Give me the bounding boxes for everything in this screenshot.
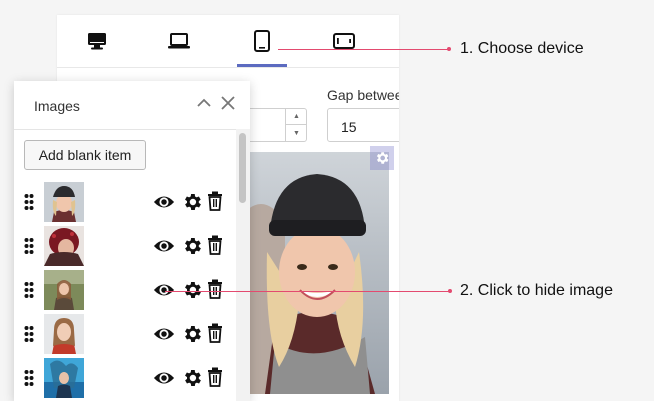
drag-handle-icon[interactable]: [24, 369, 34, 387]
gap-label: Gap betwee: [327, 87, 399, 103]
preview-photo: [245, 152, 389, 394]
panel-title: Images: [34, 98, 80, 114]
trash-icon[interactable]: [207, 279, 223, 299]
tablet-icon: [254, 30, 270, 52]
callout-dot-hide: [448, 289, 452, 293]
gear-icon[interactable]: [181, 367, 203, 389]
trash-icon[interactable]: [207, 235, 223, 255]
preview-settings-icon[interactable]: [370, 146, 394, 170]
image-thumbnail: [44, 314, 84, 354]
eye-icon[interactable]: [153, 368, 175, 388]
image-thumbnail: [44, 358, 84, 398]
close-icon[interactable]: [220, 95, 236, 111]
trash-icon[interactable]: [207, 367, 223, 387]
image-thumbnail: [44, 226, 84, 266]
trash-icon[interactable]: [207, 191, 223, 211]
desktop-icon: [88, 33, 106, 50]
image-list-item: [14, 180, 236, 224]
device-bar: [57, 15, 399, 68]
image-thumbnail: [44, 182, 84, 222]
trash-icon[interactable]: [207, 323, 223, 343]
gap-input[interactable]: 15: [327, 108, 399, 142]
laptop-device-button[interactable]: [154, 15, 204, 67]
image-preview: [245, 152, 389, 394]
callout-dot-device: [447, 47, 451, 51]
gear-icon[interactable]: [181, 235, 203, 257]
laptop-icon: [168, 33, 190, 49]
stepper-up-icon[interactable]: ▲: [286, 108, 307, 125]
eye-icon[interactable]: [153, 192, 175, 212]
columns-stepper[interactable]: ▲ ▼: [285, 108, 307, 142]
images-panel: Images Add blank item: [14, 81, 250, 401]
drag-handle-icon[interactable]: [24, 281, 34, 299]
image-list-item: [14, 224, 236, 268]
drag-handle-icon[interactable]: [24, 325, 34, 343]
gear-icon[interactable]: [181, 191, 203, 213]
eye-icon[interactable]: [153, 324, 175, 344]
gear-icon[interactable]: [181, 323, 203, 345]
scrollbar-thumb[interactable]: [239, 133, 246, 203]
panel-header: Images: [14, 81, 250, 130]
image-list-item: [14, 356, 236, 400]
drag-handle-icon[interactable]: [24, 193, 34, 211]
tablet-device-button[interactable]: [237, 15, 287, 67]
desktop-device-button[interactable]: [72, 15, 122, 67]
panel-scrollbar[interactable]: [236, 129, 250, 401]
add-blank-item-button[interactable]: Add blank item: [24, 140, 146, 170]
chevron-up-icon[interactable]: [196, 95, 212, 111]
eye-icon[interactable]: [153, 280, 175, 300]
mobile-landscape-icon: [333, 33, 355, 49]
callout-line-hide: [165, 291, 449, 292]
gear-icon[interactable]: [181, 279, 203, 301]
callout-choose-device: 1. Choose device: [460, 40, 584, 57]
callout-line-device: [278, 49, 448, 50]
image-list-item: [14, 268, 236, 312]
image-list-item: [14, 312, 236, 356]
drag-handle-icon[interactable]: [24, 237, 34, 255]
mobile-device-button[interactable]: [319, 15, 369, 67]
image-thumbnail: [44, 270, 84, 310]
callout-hide-image: 2. Click to hide image: [460, 282, 613, 299]
eye-icon[interactable]: [153, 236, 175, 256]
stepper-down-icon[interactable]: ▼: [286, 125, 307, 141]
